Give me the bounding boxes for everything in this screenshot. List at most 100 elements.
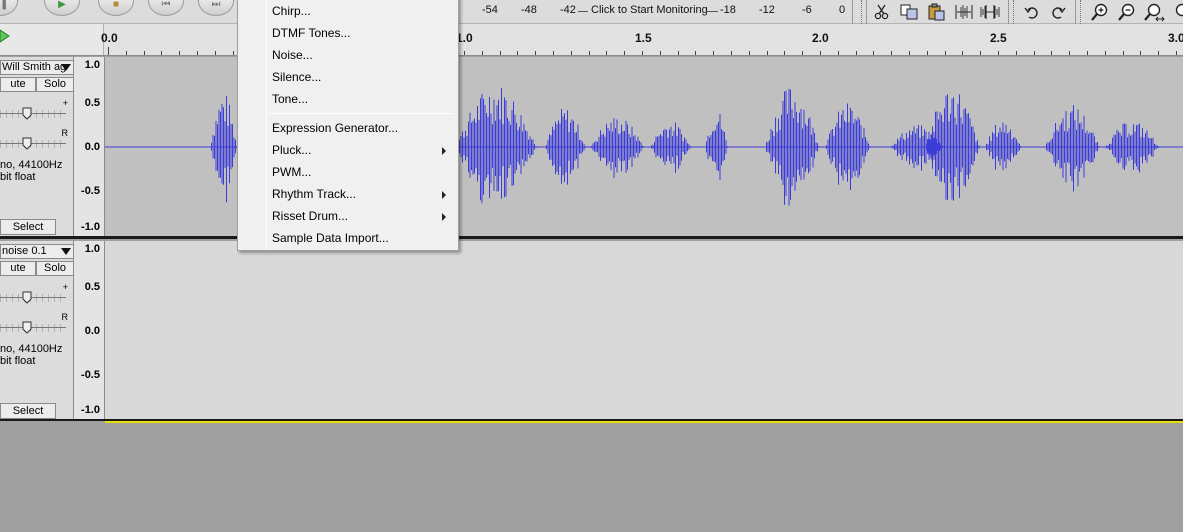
ruler-tick bbox=[1105, 51, 1106, 55]
ruler-tick bbox=[535, 51, 536, 55]
zoom-toggle-icon[interactable] bbox=[1168, 1, 1183, 23]
amplitude-label: -0.5 bbox=[81, 185, 100, 197]
menu-item-pwm[interactable]: PWM... bbox=[240, 161, 456, 183]
pan-right-label: R bbox=[61, 128, 69, 138]
track-name-menu[interactable]: noise 0.1 bbox=[0, 244, 74, 259]
menu-item-sample-data-import[interactable]: Sample Data Import... bbox=[240, 227, 456, 249]
ruler-tick bbox=[678, 51, 679, 55]
copy-icon[interactable] bbox=[897, 1, 920, 23]
ruler-tick bbox=[1016, 51, 1017, 55]
timeline-ruler[interactable]: 0.0 1.0 1.5 2.0 2.5 3.0 bbox=[0, 24, 1183, 56]
ruler-tick bbox=[998, 51, 999, 55]
selection-edge bbox=[105, 421, 1183, 423]
undo-icon[interactable] bbox=[1020, 1, 1043, 23]
menu-item-silence[interactable]: Silence... bbox=[240, 66, 456, 88]
ruler-tick bbox=[873, 51, 874, 55]
silence-icon[interactable] bbox=[978, 1, 1001, 23]
gain-slider[interactable]: + bbox=[0, 282, 68, 305]
meter-tick: 0 bbox=[839, 4, 846, 16]
amplitude-label: 1.0 bbox=[84, 59, 100, 71]
play-indicator-icon bbox=[0, 29, 10, 43]
skip-end-button[interactable]: ⏭ bbox=[198, 0, 234, 16]
monitor-text[interactable]: Click to Start Monitoring bbox=[591, 4, 708, 16]
pan-slider-thumb[interactable] bbox=[22, 137, 32, 150]
ruler-tick bbox=[1069, 51, 1070, 55]
amplitude-ruler: 1.0 0.5 0.0 -0.5 -1.0 bbox=[74, 241, 105, 419]
track-name: noise 0.1 bbox=[2, 245, 47, 257]
menu-item-label: Risset Drum... bbox=[272, 209, 349, 223]
menu-item-label: Rhythm Track... bbox=[272, 187, 357, 201]
play-button[interactable]: ▶ bbox=[44, 0, 80, 16]
amplitude-label: 0.0 bbox=[84, 141, 100, 153]
stop-icon: ■ bbox=[112, 0, 120, 10]
play-icon: ▶ bbox=[58, 0, 66, 10]
menu-item-tone[interactable]: Tone... bbox=[240, 88, 456, 110]
gain-slider-thumb[interactable] bbox=[22, 107, 32, 120]
zoom-in-icon[interactable] bbox=[1088, 1, 1111, 23]
ruler-tick bbox=[927, 51, 928, 55]
track-separator bbox=[0, 236, 1183, 239]
ruler-tick bbox=[767, 51, 768, 55]
fit-selection-icon[interactable] bbox=[1142, 1, 1165, 23]
track-format: no, 44100Hz bbox=[0, 159, 63, 171]
select-track-button[interactable]: Select bbox=[0, 219, 56, 235]
meter-tick: -12 bbox=[759, 4, 775, 16]
menu-item-label: Noise... bbox=[272, 48, 313, 62]
menu-item-label: Silence... bbox=[272, 70, 322, 84]
ruler-tick bbox=[464, 51, 465, 55]
track-sample-format: bit float bbox=[0, 355, 36, 367]
ruler-tick bbox=[126, 51, 127, 55]
select-track-button[interactable]: Select bbox=[0, 403, 56, 419]
track-control-panel: noise 0.1 ute Solo + R no, 44100Hz bit f… bbox=[0, 241, 74, 419]
solo-button[interactable]: Solo bbox=[36, 261, 74, 276]
pause-button[interactable]: ❚❚ bbox=[0, 0, 18, 16]
cut-icon[interactable] bbox=[870, 1, 893, 23]
amplitude-label: -0.5 bbox=[81, 369, 100, 381]
empty-waveform[interactable] bbox=[105, 241, 1183, 419]
pan-slider-thumb[interactable] bbox=[22, 321, 32, 334]
ruler-label: 2.0 bbox=[812, 31, 829, 45]
zoom-out-icon[interactable] bbox=[1115, 1, 1138, 23]
paste-icon[interactable] bbox=[924, 1, 947, 23]
skip-start-button[interactable]: ⏮ bbox=[148, 0, 184, 16]
submenu-arrow-icon bbox=[442, 213, 446, 221]
ruler-tick bbox=[624, 51, 625, 55]
ruler-label: 1.5 bbox=[635, 31, 652, 45]
amplitude-label: 0.0 bbox=[84, 325, 100, 337]
menu-item-dtmf-tones[interactable]: DTMF Tones... bbox=[240, 22, 456, 44]
menu-item-noise[interactable]: Noise... bbox=[240, 44, 456, 66]
ruler-tick bbox=[1087, 51, 1088, 55]
ruler-label: 3.0 bbox=[1168, 31, 1183, 45]
menu-item-expression-generator[interactable]: Expression Generator... bbox=[240, 117, 456, 139]
gain-slider[interactable]: + bbox=[0, 98, 68, 121]
solo-button[interactable]: Solo bbox=[36, 77, 74, 92]
ruler-tick bbox=[1140, 51, 1141, 55]
ruler-tick bbox=[1051, 51, 1052, 55]
stop-button[interactable]: ■ bbox=[98, 0, 134, 16]
ruler-tick bbox=[108, 51, 109, 55]
ruler-tick bbox=[856, 51, 857, 55]
ruler-corner bbox=[0, 24, 104, 55]
mute-button[interactable]: ute bbox=[0, 261, 36, 276]
menu-item-risset-drum[interactable]: Risset Drum... bbox=[240, 205, 456, 227]
gain-slider-thumb[interactable] bbox=[22, 291, 32, 304]
ruler-tick bbox=[838, 51, 839, 55]
menu-item-label: Pluck... bbox=[272, 143, 312, 157]
pan-slider[interactable]: R bbox=[0, 128, 68, 151]
track-name-menu[interactable]: Will Smith ag bbox=[0, 60, 74, 75]
audio-track: noise 0.1 ute Solo + R no, 44100Hz bit f… bbox=[0, 241, 1183, 421]
ruler-tick bbox=[1034, 51, 1035, 55]
track-name: Will Smith ag bbox=[2, 61, 67, 73]
mute-button[interactable]: ute bbox=[0, 77, 36, 92]
ruler-tick bbox=[713, 51, 714, 55]
ruler-tick bbox=[233, 51, 234, 55]
pan-slider[interactable]: R bbox=[0, 312, 68, 335]
menu-separator bbox=[268, 113, 454, 114]
menu-item-pluck[interactable]: Pluck... bbox=[240, 139, 456, 161]
ruler-tick bbox=[517, 51, 518, 55]
menu-item-rhythm-track[interactable]: Rhythm Track... bbox=[240, 183, 456, 205]
menu-item-chirp[interactable]: Chirp... bbox=[240, 0, 456, 22]
generate-menu: Chirp... DTMF Tones... Noise... Silence... T… bbox=[237, 0, 459, 251]
trim-icon[interactable] bbox=[952, 1, 975, 23]
redo-icon[interactable] bbox=[1046, 1, 1069, 23]
